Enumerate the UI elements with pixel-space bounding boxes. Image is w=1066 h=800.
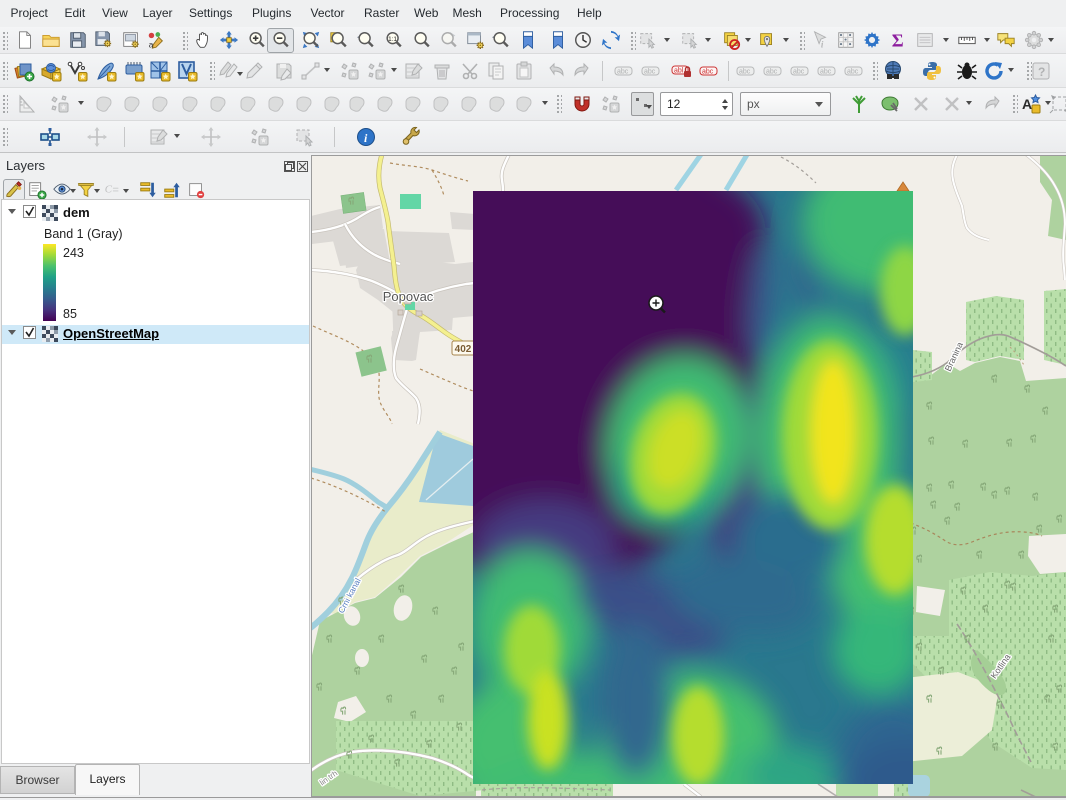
svg-text:Popovac: Popovac	[383, 289, 434, 304]
svg-text:402: 402	[455, 344, 472, 355]
